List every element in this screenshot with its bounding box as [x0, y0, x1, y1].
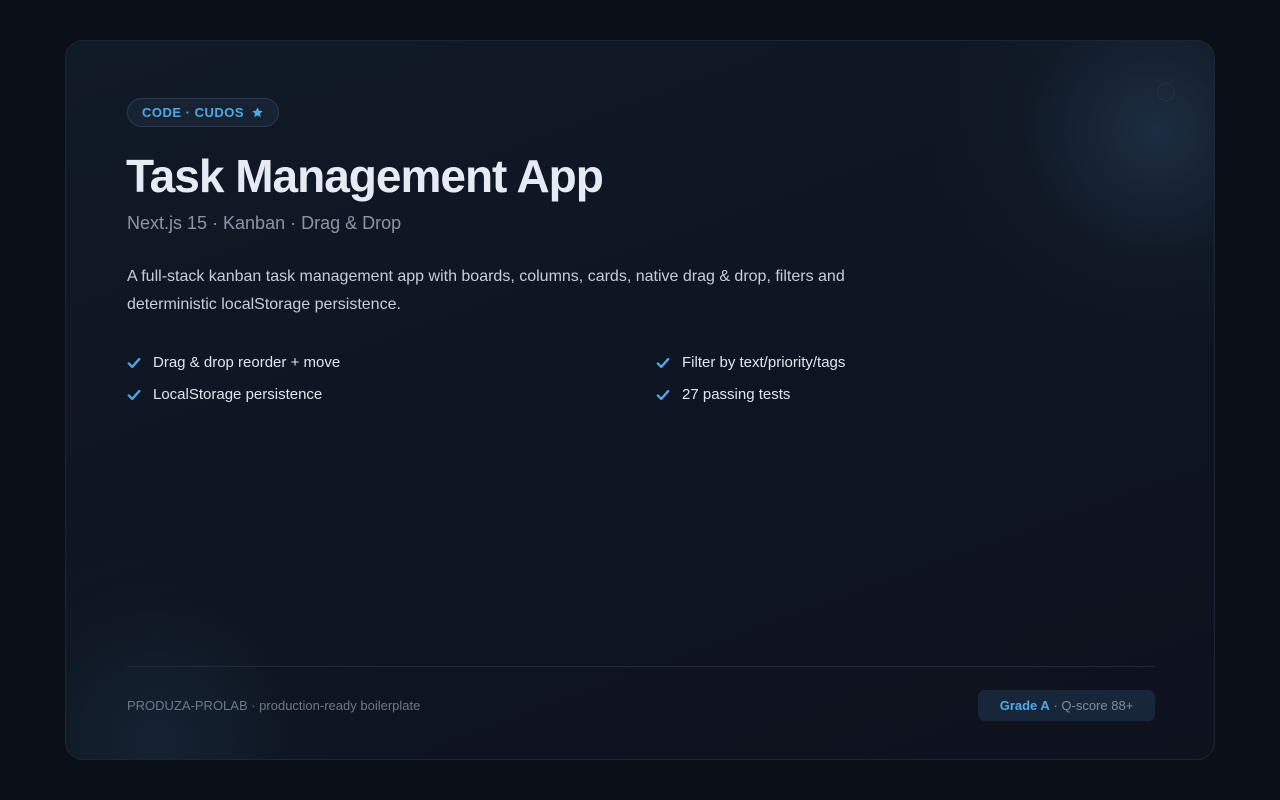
feature-list: Drag & drop reorder + move Filter by tex… — [127, 353, 887, 404]
grade-separator: · — [1049, 698, 1062, 713]
grade-badge: Grade A · Q-score 88+ — [978, 690, 1155, 721]
feature-label: 27 passing tests — [682, 386, 791, 403]
feature-label: Drag & drop reorder + move — [153, 354, 341, 371]
feature-item: LocalStorage persistence — [127, 385, 656, 404]
check-icon — [127, 389, 141, 400]
loading-spinner-icon — [1157, 83, 1175, 101]
footer-brand: PRODUZA-PROLAB · production-ready boiler… — [127, 698, 421, 713]
check-icon — [127, 357, 141, 368]
feature-label: LocalStorage persistence — [153, 386, 323, 403]
grade-label: Grade A — [999, 698, 1050, 713]
star-icon — [252, 107, 263, 118]
check-icon — [656, 357, 670, 368]
feature-item: 27 passing tests — [656, 385, 886, 404]
project-subtitle: Next.js 15 · Kanban · Drag & Drop — [127, 213, 402, 233]
check-icon — [656, 389, 670, 400]
project-description: A full-stack kanban task management app … — [127, 268, 845, 313]
badge-label: CODE · CUDOS — [142, 105, 245, 120]
footer-divider — [127, 666, 1155, 667]
q-score-label: Q-score 88+ — [1061, 698, 1134, 713]
feature-label: Filter by text/priority/tags — [682, 354, 846, 371]
feature-item: Drag & drop reorder + move — [127, 353, 656, 372]
category-badge: CODE · CUDOS — [127, 98, 280, 127]
feature-item: Filter by text/priority/tags — [656, 353, 886, 372]
page-title: Task Management App — [126, 150, 604, 202]
project-card: CODE · CUDOS Task Management App Next.js… — [65, 40, 1215, 760]
